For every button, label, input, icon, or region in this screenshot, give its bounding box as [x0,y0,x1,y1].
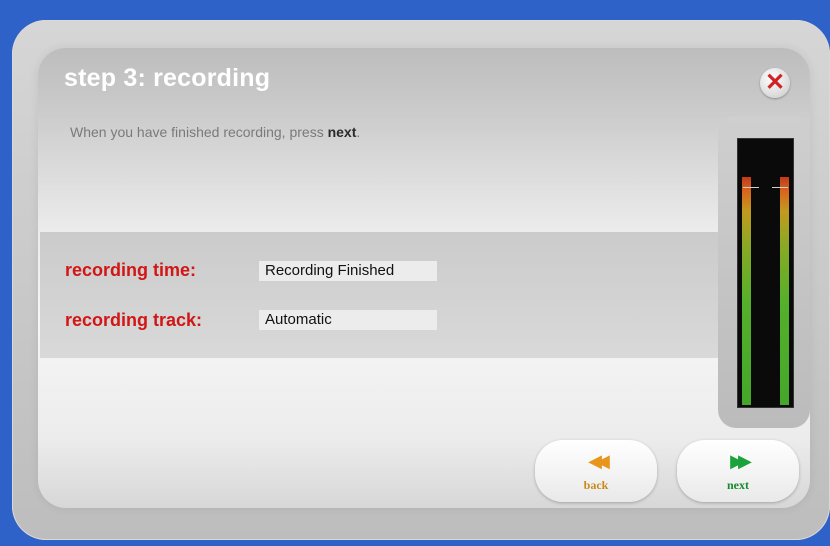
fast-forward-icon: ▶▶ [730,451,752,471]
level-meter-left-bar [742,177,751,405]
peak-marker-right [772,187,788,188]
recording-track-value: Automatic [259,310,437,330]
recording-time-value: Recording Finished [259,261,437,281]
rewind-icon: ◀◀ [588,451,610,471]
close-icon: ✕ [764,69,786,96]
instruction-prefix: When you have finished recording, press [70,124,328,140]
level-meter-right-bar [780,177,789,405]
instruction-emphasis: next [327,124,357,140]
instruction-text: When you have finished recording, press … [70,124,360,140]
next-button-label: next [727,478,749,492]
recording-time-label: recording time: [65,260,197,280]
next-button[interactable]: ▶▶ next [677,440,799,502]
recording-track-label: recording track: [65,310,203,330]
peak-marker-left [743,187,759,188]
recording-info-area [40,232,730,358]
close-button[interactable]: ✕ [760,68,790,98]
back-button-label: back [583,478,609,492]
level-meter [737,138,794,408]
dialog-title: step 3: recording [64,64,271,92]
instruction-suffix: . [356,124,361,140]
back-button[interactable]: ◀◀ back [535,440,657,502]
